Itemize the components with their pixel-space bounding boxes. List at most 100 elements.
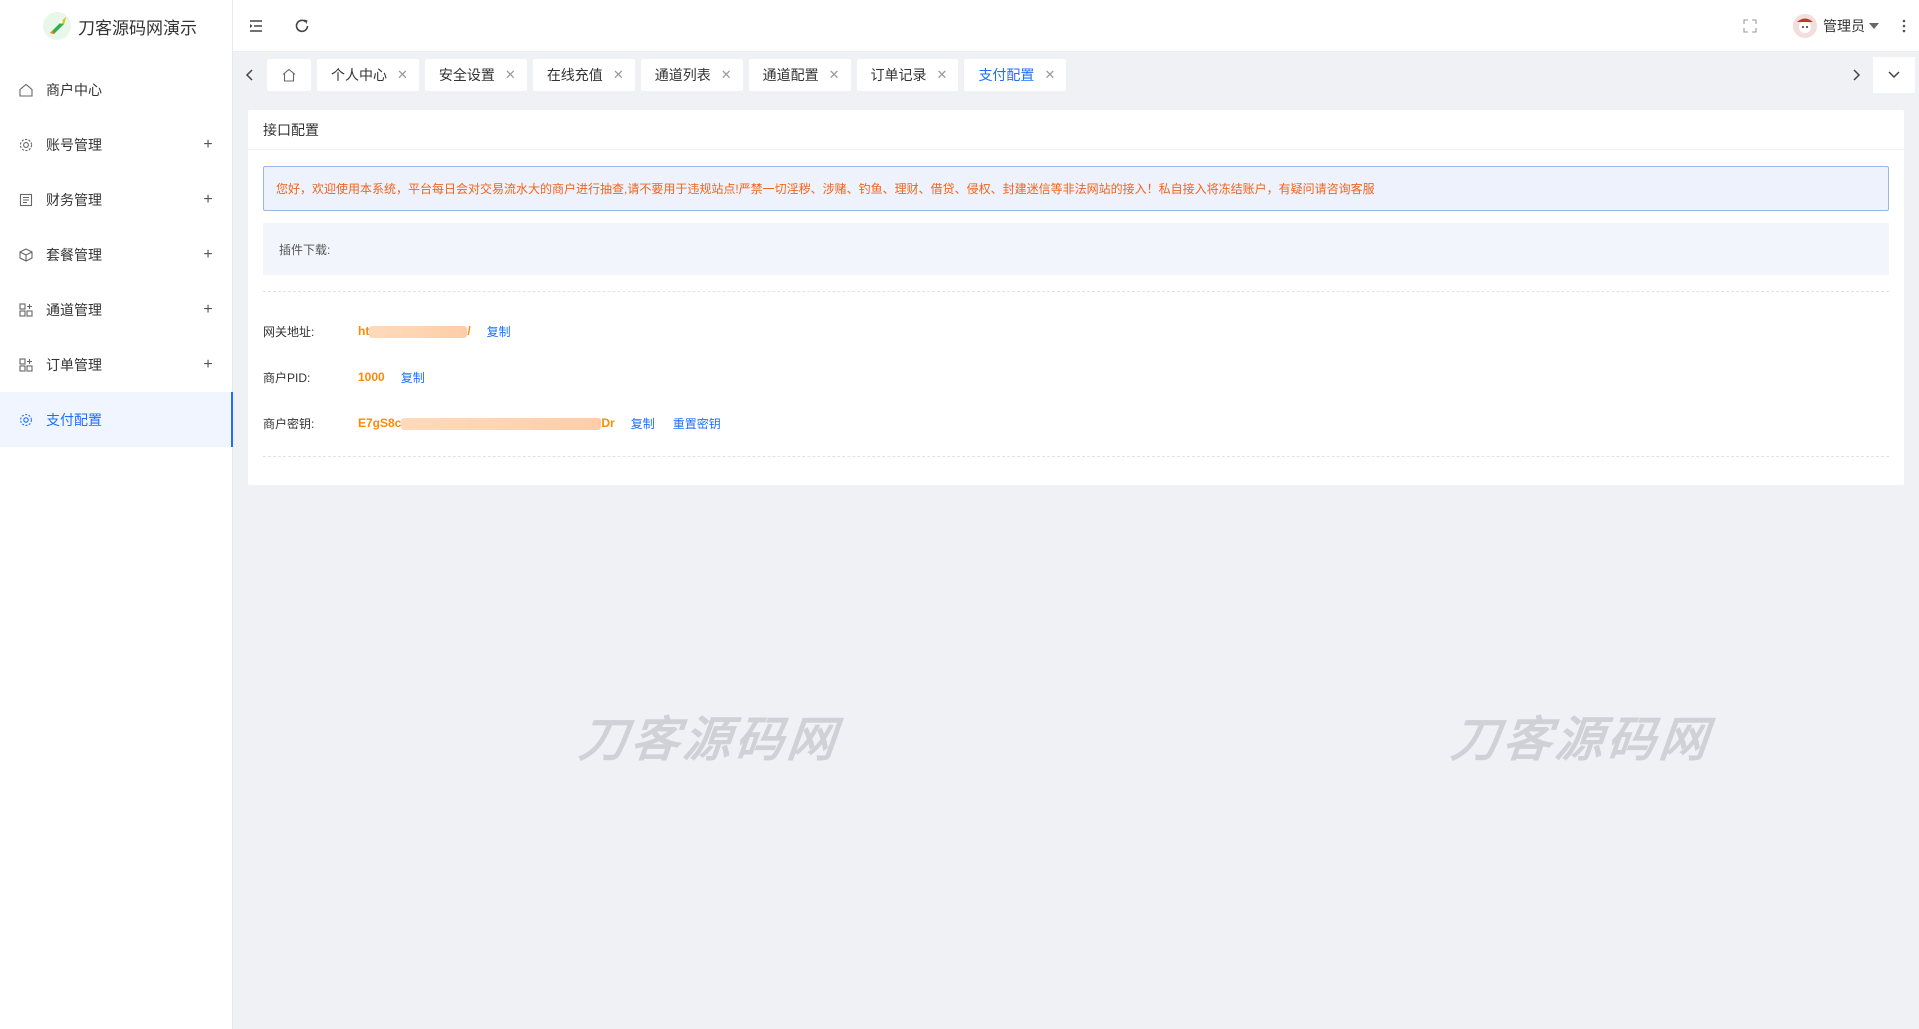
- expand-plus-icon[interactable]: +: [202, 136, 214, 154]
- divider: [263, 456, 1889, 457]
- card-body: 您好，欢迎使用本系统，平台每日会对交易流水大的商户进行抽查,请不要用于违规站点!…: [248, 150, 1904, 457]
- key-row: 商户密钥: E7gS8c Dr 复制 重置密钥: [263, 400, 1889, 446]
- sidebar-item-channel[interactable]: 通道管理 +: [0, 282, 232, 337]
- credentials-list: 网关地址: ht / 复制 商户PID: 1000 复制 商户密钥: E7gS8c…: [263, 292, 1889, 446]
- sidebar-item-label: 账号管理: [46, 136, 102, 153]
- api-config-card: 接口配置 您好，欢迎使用本系统，平台每日会对交易流水大的商户进行抽查,请不要用于…: [248, 110, 1904, 485]
- expand-plus-icon[interactable]: +: [202, 191, 214, 209]
- watermark: 刀客源码网: [1448, 714, 1715, 767]
- close-icon[interactable]: ✕: [397, 67, 408, 83]
- sidebar-item-label: 财务管理: [46, 191, 102, 208]
- tab-label: 个人中心: [331, 67, 387, 83]
- tab-channel-config[interactable]: 通道配置 ✕: [748, 59, 851, 91]
- pid-label: 商户PID:: [263, 370, 311, 385]
- app-title: 刀客源码网演示: [78, 18, 197, 38]
- redacted-blur: [401, 417, 602, 430]
- expand-plus-icon[interactable]: +: [202, 301, 214, 319]
- rocket-logo-icon: [43, 12, 71, 40]
- chevron-right-icon: [1853, 69, 1861, 81]
- ledger-icon: [18, 192, 34, 208]
- reset-key-button[interactable]: 重置密钥: [673, 415, 721, 432]
- pid-value: 1000: [358, 370, 385, 384]
- tab-label: 支付配置: [978, 67, 1035, 83]
- tab-home[interactable]: [267, 59, 311, 91]
- tabs-right: [1839, 52, 1919, 98]
- sidebar-item-label: 支付配置: [46, 411, 102, 428]
- tab-label: 订单记录: [870, 67, 927, 83]
- tabs-menu-button[interactable]: [1873, 57, 1915, 93]
- tab-personal-center[interactable]: 个人中心 ✕: [317, 59, 419, 91]
- top-header: 管理员: [233, 0, 1919, 52]
- user-name: 管理员: [1823, 17, 1865, 34]
- header-right: 管理员: [1727, 0, 1919, 52]
- gateway-label: 网关地址:: [263, 324, 315, 339]
- tab-label: 在线充值: [546, 67, 603, 83]
- tab-label: 安全设置: [438, 67, 495, 83]
- logo[interactable]: 刀客源码网演示: [0, 0, 232, 52]
- sidebar-item-finance[interactable]: 财务管理 +: [0, 172, 232, 227]
- fullscreen-icon: [1743, 18, 1757, 33]
- box-icon: [18, 247, 34, 263]
- tabs-scroll-left[interactable]: [233, 52, 267, 98]
- gateway-value-prefix: ht: [358, 324, 370, 338]
- key-value-prefix: E7gS8c: [358, 416, 402, 430]
- sidebar-item-label: 套餐管理: [46, 246, 102, 263]
- tab-channel-list[interactable]: 通道列表 ✕: [640, 59, 743, 91]
- settings-icon: [18, 412, 34, 428]
- user-menu[interactable]: 管理员: [1773, 13, 1889, 38]
- redacted-blur: [369, 325, 468, 338]
- tab-online-recharge[interactable]: 在线充值 ✕: [532, 59, 635, 91]
- apps-icon: [18, 302, 34, 318]
- chevron-left-icon: [245, 69, 253, 81]
- tab-label: 通道配置: [762, 67, 819, 83]
- close-icon[interactable]: ✕: [829, 67, 840, 83]
- sidebar-item-order[interactable]: 订单管理 +: [0, 337, 232, 392]
- card-title: 接口配置: [248, 110, 1904, 150]
- gateway-value: ht /: [358, 324, 471, 338]
- plugin-download: 插件下载:: [263, 223, 1889, 275]
- tab-label: 通道列表: [654, 67, 711, 83]
- close-icon[interactable]: ✕: [937, 67, 948, 83]
- tabs: 个人中心 ✕ 安全设置 ✕ 在线充值 ✕ 通道列表 ✕ 通道配置 ✕ 订单记录 …: [267, 59, 1839, 91]
- collapse-menu-button[interactable]: [233, 0, 279, 52]
- close-icon[interactable]: ✕: [505, 67, 516, 83]
- sidebar-item-merchant-center[interactable]: 商户中心: [0, 62, 232, 117]
- tab-payment-config[interactable]: 支付配置 ✕: [964, 59, 1067, 91]
- watermark: 刀客源码网: [576, 714, 843, 767]
- sidebar-item-account[interactable]: 账号管理 +: [0, 117, 232, 172]
- close-icon[interactable]: ✕: [1044, 67, 1055, 83]
- expand-plus-icon[interactable]: +: [202, 246, 214, 264]
- tab-order-records[interactable]: 订单记录 ✕: [856, 59, 959, 91]
- key-value: E7gS8c Dr: [358, 416, 615, 430]
- sidebar-item-package[interactable]: 套餐管理 +: [0, 227, 232, 282]
- copy-pid-button[interactable]: 复制: [401, 369, 425, 386]
- gear-icon: [18, 137, 34, 153]
- plugin-download-label: 插件下载:: [279, 242, 331, 257]
- indent-icon: [250, 19, 262, 32]
- home-icon: [282, 68, 296, 82]
- fullscreen-button[interactable]: [1727, 0, 1773, 52]
- copy-gateway-button[interactable]: 复制: [487, 323, 511, 340]
- sidebar-item-label: 通道管理: [46, 301, 102, 318]
- home-icon: [18, 82, 34, 98]
- tab-security-settings[interactable]: 安全设置 ✕: [424, 59, 527, 91]
- sidebar-item-payment-config[interactable]: 支付配置: [0, 392, 233, 447]
- avatar: [1793, 13, 1817, 38]
- apps-icon: [18, 357, 34, 373]
- tabs-bar: 个人中心 ✕ 安全设置 ✕ 在线充值 ✕ 通道列表 ✕ 通道配置 ✕ 订单记录 …: [233, 52, 1919, 98]
- caret-down-icon: [1869, 22, 1879, 29]
- close-icon[interactable]: ✕: [721, 67, 732, 83]
- sidebar-item-label: 订单管理: [46, 356, 102, 373]
- tabs-scroll-right[interactable]: [1839, 52, 1873, 98]
- sidebar-menu: 商户中心 账号管理 + 财务管理 + 套餐管理 + 通道管理 + 订单管理 + …: [0, 62, 233, 447]
- pid-row: 商户PID: 1000 复制: [263, 354, 1889, 400]
- sidebar-item-label: 商户中心: [46, 81, 102, 98]
- copy-key-button[interactable]: 复制: [631, 415, 655, 432]
- close-icon[interactable]: ✕: [613, 67, 624, 83]
- more-button[interactable]: [1889, 0, 1919, 52]
- gateway-value-suffix: /: [467, 324, 471, 338]
- refresh-button[interactable]: [279, 0, 325, 52]
- expand-plus-icon[interactable]: +: [202, 356, 214, 374]
- chevron-down-icon: [1888, 71, 1900, 79]
- notice-banner: 您好，欢迎使用本系统，平台每日会对交易流水大的商户进行抽查,请不要用于违规站点!…: [263, 166, 1889, 211]
